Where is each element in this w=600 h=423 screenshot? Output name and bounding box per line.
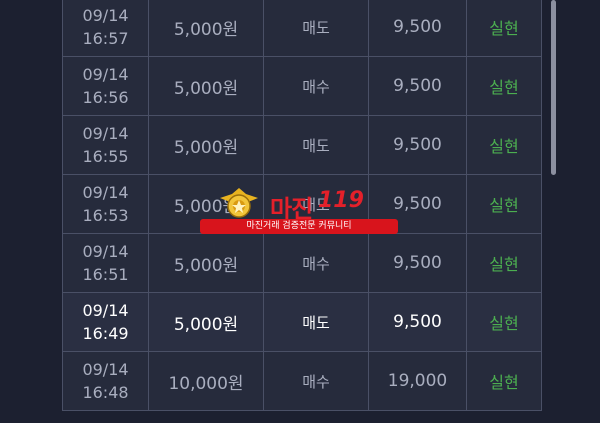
- table-row[interactable]: 09/14 16:56 5,000원 매수 9,500 실현: [63, 57, 542, 116]
- type-cell: 매도: [264, 116, 369, 174]
- status-cell: 실현: [467, 57, 542, 115]
- price-cell: 9,500: [369, 57, 467, 115]
- type-cell: 매도: [264, 293, 369, 351]
- type-cell: 매수: [264, 57, 369, 115]
- watermark-logo: 마진 119 마진거래 검증전문 커뮤니티: [200, 186, 400, 238]
- amount-cell: 5,000원: [149, 116, 264, 174]
- status-cell: 실현: [467, 116, 542, 174]
- date-text: 09/14: [82, 6, 129, 25]
- time-text: 16:57: [82, 29, 129, 48]
- table-row[interactable]: 09/14 16:57 5,000원 매도 9,500 실현: [63, 0, 542, 57]
- type-cell: 매수: [264, 352, 369, 410]
- time-cell: 09/14 16:56: [63, 57, 149, 115]
- eagle-badge-icon: [220, 188, 258, 218]
- amount-cell: 10,000원: [149, 352, 264, 410]
- price-cell: 9,500: [369, 0, 467, 56]
- date-text: 09/14: [82, 301, 129, 320]
- date-text: 09/14: [82, 242, 129, 261]
- amount-cell: 5,000원: [149, 293, 264, 351]
- status-cell: 실현: [467, 293, 542, 351]
- table-row[interactable]: 09/14 16:51 5,000원 매수 9,500 실현: [63, 234, 542, 293]
- price-cell: 9,500: [369, 293, 467, 351]
- price-cell: 9,500: [369, 116, 467, 174]
- trade-history-screen: 09/14 16:57 5,000원 매도 9,500 실현 09/14 16:…: [0, 0, 600, 423]
- price-cell: 9,500: [369, 234, 467, 292]
- time-cell: 09/14 16:53: [63, 175, 149, 233]
- time-cell: 09/14 16:49: [63, 293, 149, 351]
- watermark-tagline: 마진거래 검증전문 커뮤니티: [200, 219, 398, 234]
- vertical-scrollbar[interactable]: [551, 0, 556, 175]
- amount-cell: 5,000원: [149, 0, 264, 56]
- table-row-highlighted[interactable]: 09/14 16:49 5,000원 매도 9,500 실현: [63, 293, 542, 352]
- date-text: 09/14: [82, 124, 129, 143]
- time-cell: 09/14 16:48: [63, 352, 149, 410]
- amount-cell: 5,000원: [149, 57, 264, 115]
- type-cell: 매도: [264, 0, 369, 56]
- time-text: 16:56: [82, 88, 129, 107]
- time-text: 16:51: [82, 265, 129, 284]
- watermark-number: 119: [318, 188, 364, 213]
- time-cell: 09/14 16:51: [63, 234, 149, 292]
- time-cell: 09/14 16:55: [63, 116, 149, 174]
- date-text: 09/14: [82, 360, 129, 379]
- type-cell: 매수: [264, 234, 369, 292]
- price-cell: 19,000: [369, 352, 467, 410]
- time-text: 16:55: [82, 147, 129, 166]
- table-row[interactable]: 09/14 16:55 5,000원 매도 9,500 실현: [63, 116, 542, 175]
- amount-cell: 5,000원: [149, 234, 264, 292]
- status-cell: 실현: [467, 234, 542, 292]
- time-text: 16:53: [82, 206, 129, 225]
- status-cell: 실현: [467, 175, 542, 233]
- time-cell: 09/14 16:57: [63, 0, 149, 56]
- table-row[interactable]: 09/14 16:48 10,000원 매수 19,000 실현: [63, 352, 542, 411]
- status-cell: 실현: [467, 352, 542, 410]
- date-text: 09/14: [82, 183, 129, 202]
- time-text: 16:48: [82, 383, 129, 402]
- time-text: 16:49: [82, 324, 129, 343]
- date-text: 09/14: [82, 65, 129, 84]
- status-cell: 실현: [467, 0, 542, 56]
